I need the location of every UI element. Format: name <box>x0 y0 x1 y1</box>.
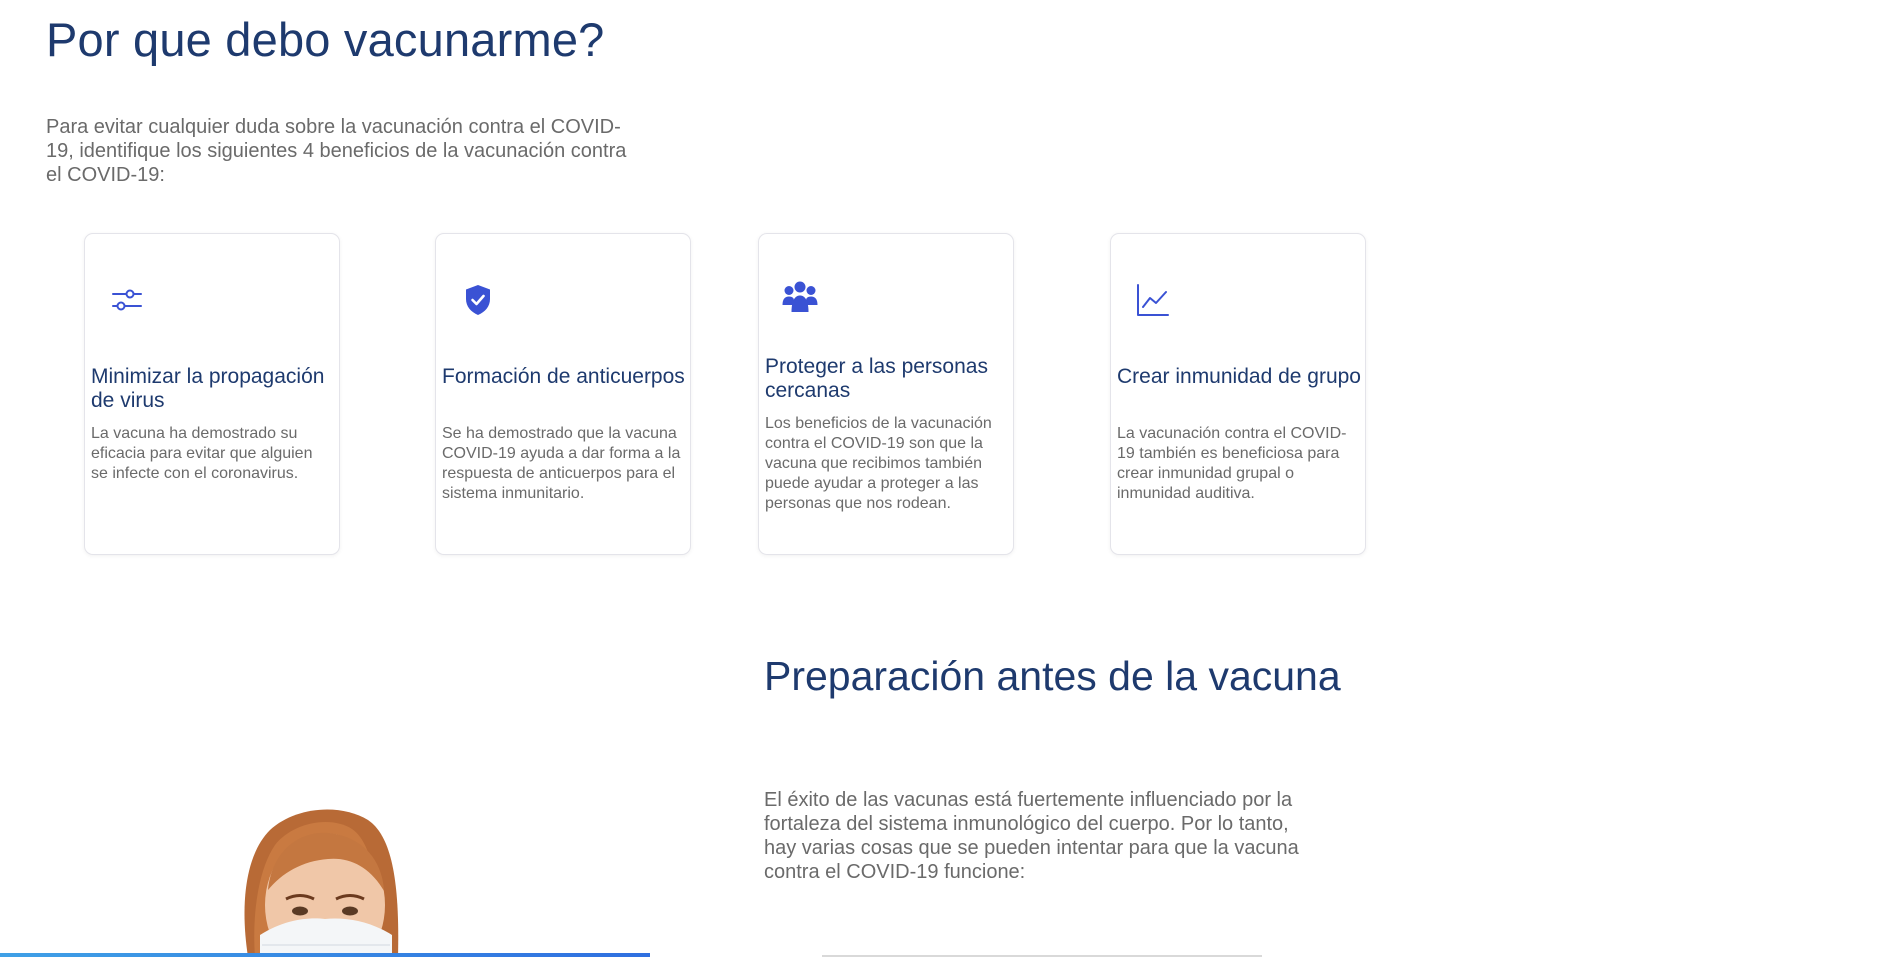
section-intro: Para evitar cualquier duda sobre la vacu… <box>46 116 627 186</box>
card-title: Formación de anticuerpos <box>442 365 685 388</box>
card-text: La vacuna ha demostrado su eficacia para… <box>91 425 313 482</box>
card-title: Crear inmunidad de grupo <box>1117 365 1361 388</box>
benefit-card-antibodies: Formación de anticuerpos Se ha demostrad… <box>435 233 691 555</box>
shield-check-icon <box>460 282 496 318</box>
card-title: Proteger a las personas cercanas <box>765 355 988 402</box>
benefit-card-spread: Minimizar la propagación de virus La vac… <box>84 233 340 555</box>
card-text: La vacunación contra el COVID-19 también… <box>1117 425 1347 502</box>
benefit-card-protect: Proteger a las personas cercanas Los ben… <box>758 233 1014 555</box>
people-group-icon <box>781 278 818 314</box>
line-chart-icon <box>1135 282 1171 318</box>
card-text: Se ha demostrado que la vacuna COVID-19 … <box>442 425 681 502</box>
card-title: Minimizar la propagación de virus <box>91 365 325 412</box>
section-title-why-vaccinate: Por que debo vacunarme? <box>46 13 605 66</box>
section-title-preparation: Preparación antes de la vacuna <box>764 653 1341 699</box>
card-text: Los beneficios de la vacunación contra e… <box>765 415 992 512</box>
sliders-icon <box>109 282 145 318</box>
accent-bar <box>0 953 650 957</box>
benefit-card-herd-immunity: Crear inmunidad de grupo La vacunación c… <box>1110 233 1366 555</box>
preparation-intro: El éxito de las vacunas está fuertemente… <box>764 789 1299 883</box>
woman-with-mask-image <box>200 795 440 962</box>
